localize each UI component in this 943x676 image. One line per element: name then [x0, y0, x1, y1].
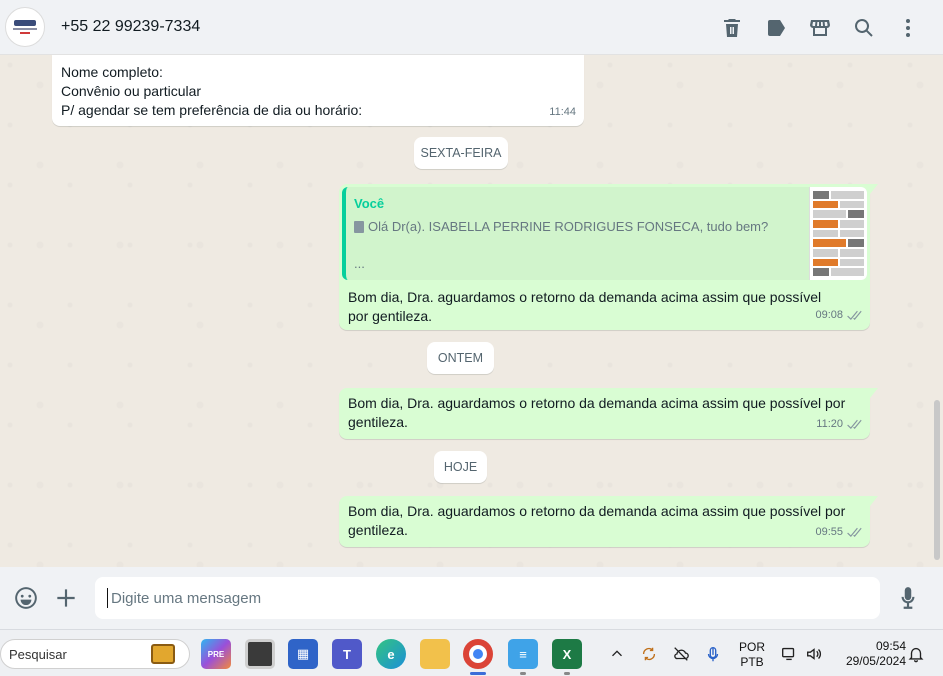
delete-icon[interactable] [710, 6, 754, 50]
document-thumbnail[interactable] [809, 187, 867, 280]
input-language[interactable]: POR PTB [737, 640, 767, 670]
briefcase-icon [151, 644, 175, 664]
double-check-icon [847, 527, 862, 537]
incoming-message[interactable]: Nome completo: Convênio ou particular P/… [52, 55, 584, 126]
message-input-placeholder: Digite uma mensagem [111, 589, 262, 607]
teams-icon[interactable]: T [332, 639, 362, 669]
taskbar-search[interactable]: Pesquisar [0, 639, 190, 669]
chat-scrollbar[interactable] [934, 400, 940, 560]
date-chip-yesterday: ONTEM [427, 342, 494, 374]
text-caret [107, 588, 108, 608]
message-time: 09:08 [815, 309, 843, 321]
message-time: 11:44 [549, 106, 576, 118]
message-text: Bom dia, Dra. aguardamos o retorno da de… [348, 503, 846, 538]
microphone-icon[interactable] [888, 578, 928, 618]
bubble-tail [870, 184, 878, 194]
message-meta: 11:20 [816, 415, 862, 434]
message-meta: 09:55 [815, 523, 862, 542]
quoted-message[interactable]: Você Olá Dr(a). ISABELLA PERRINE RODRIGU… [342, 187, 867, 280]
clock-time: 09:54 [875, 639, 906, 653]
bubble-tail [870, 388, 878, 398]
taskbar-search-placeholder: Pesquisar [9, 646, 67, 662]
label-icon[interactable] [754, 6, 798, 50]
chat-header: +55 22 99239-7334 [0, 0, 943, 55]
file-explorer-icon[interactable] [420, 639, 450, 669]
running-indicator [564, 672, 570, 675]
document-icon [354, 220, 364, 233]
language-code: POR [738, 640, 765, 654]
message-line: P/ agendar se tem preferência de dia ou … [61, 102, 363, 118]
menu-icon[interactable] [886, 6, 930, 50]
cloud-offline-icon[interactable] [671, 644, 691, 664]
quote-text-line: Olá Dr(a). ISABELLA PERRINE RODRIGUES FO… [354, 217, 859, 236]
microsoft-store-icon[interactable]: ▦ [288, 639, 318, 669]
keyboard-layout: PTB [740, 655, 764, 669]
task-view-icon[interactable] [245, 639, 275, 669]
chrome-icon[interactable] [463, 639, 493, 669]
notepad-icon[interactable]: ≡ [508, 639, 538, 669]
quote-more: ... [354, 256, 365, 271]
outgoing-message[interactable]: Bom dia, Dra. aguardamos o retorno da de… [339, 388, 878, 439]
chevron-up-icon[interactable] [607, 644, 627, 664]
windows-taskbar: Pesquisar PRE ▦ T e ≡ X POR PTB 09:54 29… [0, 629, 943, 676]
date-chip-today: HOJE [434, 451, 487, 483]
network-icon[interactable] [779, 644, 799, 664]
message-meta: 09:08 [815, 306, 862, 325]
message-input[interactable]: Digite uma mensagem [95, 577, 880, 619]
search-icon[interactable] [842, 6, 886, 50]
message-text: Bom dia, Dra. aguardamos o retorno da de… [348, 289, 822, 324]
clock-date: 29/05/2024 [845, 654, 906, 668]
outgoing-message[interactable]: Bom dia, Dra. aguardamos o retorno da de… [339, 496, 878, 547]
double-check-icon [847, 419, 862, 429]
active-app-indicator [470, 672, 486, 675]
system-clock[interactable]: 09:54 29/05/2024 [834, 639, 906, 669]
notification-bell-icon[interactable] [906, 644, 926, 664]
chat-area[interactable]: Nome completo: Convênio ou particular P/… [0, 55, 943, 567]
quote-author: Você [354, 196, 385, 211]
double-check-icon [847, 310, 862, 320]
outgoing-message-reply[interactable]: Você Olá Dr(a). ISABELLA PERRINE RODRIGU… [339, 184, 878, 330]
running-indicator [520, 672, 526, 675]
message-line: Convênio ou particular [61, 83, 202, 99]
header-actions [710, 0, 943, 55]
message-text: Bom dia, Dra. aguardamos o retorno da de… [348, 395, 846, 430]
message-time: 11:20 [816, 418, 843, 430]
bubble-tail [870, 496, 878, 506]
message-line: Nome completo: [61, 64, 163, 80]
attach-plus-icon[interactable] [46, 578, 86, 618]
message-composer: Digite uma mensagem [0, 567, 943, 629]
catalog-icon[interactable] [798, 6, 842, 50]
sync-icon[interactable] [639, 644, 659, 664]
volume-icon[interactable] [804, 644, 824, 664]
excel-icon[interactable]: X [552, 639, 582, 669]
quote-text: Olá Dr(a). ISABELLA PERRINE RODRIGUES FO… [368, 219, 769, 234]
contact-name[interactable]: +55 22 99239-7334 [61, 18, 200, 36]
emoji-icon[interactable] [6, 578, 46, 618]
message-time: 09:55 [815, 526, 843, 538]
clinic-logo [11, 17, 39, 37]
microphone-tray-icon[interactable] [703, 644, 723, 664]
date-chip-friday: SEXTA-FEIRA [414, 137, 508, 169]
copilot-icon[interactable]: PRE [201, 639, 231, 669]
contact-avatar[interactable] [5, 7, 45, 47]
edge-icon[interactable]: e [376, 639, 406, 669]
